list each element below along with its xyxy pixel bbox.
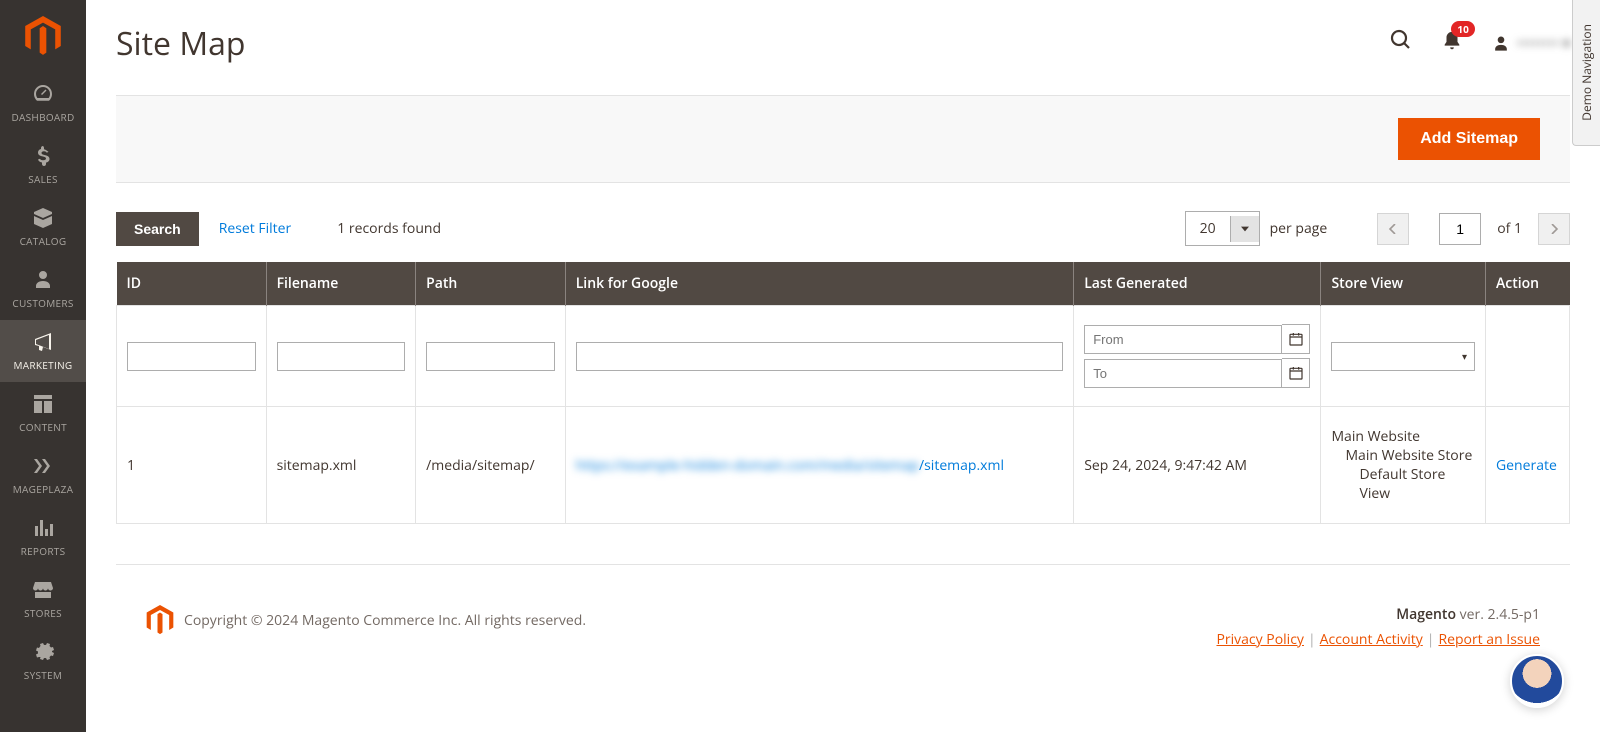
- sidebar-item-sales[interactable]: SALES: [0, 134, 86, 196]
- per-page-dropdown-toggle[interactable]: [1230, 216, 1259, 242]
- col-link[interactable]: Link for Google: [565, 262, 1074, 306]
- sidebar-label: DASHBOARD: [11, 110, 74, 124]
- sidebar-item-dashboard[interactable]: DASHBOARD: [0, 72, 86, 134]
- link-hidden-part: https://example-hidden-domain.com/media/…: [576, 456, 919, 475]
- admin-user-menu[interactable]: ••••••••: [1491, 34, 1570, 54]
- sidebar-item-catalog[interactable]: CATALOG: [0, 196, 86, 258]
- sidebar-item-mageplaza[interactable]: MAGEPLAZA: [0, 444, 86, 506]
- sidebar-label: MARKETING: [14, 358, 73, 372]
- page-actions: Add Sitemap: [116, 95, 1570, 183]
- sidebar-item-reports[interactable]: REPORTS: [0, 506, 86, 568]
- filter-id-input[interactable]: [127, 342, 256, 371]
- per-page-value: 20: [1186, 212, 1230, 245]
- version-text: ver. 2.4.5-p1: [1456, 605, 1540, 624]
- admin-sidebar: DASHBOARD SALES CATALOG CUSTOMERS MARKET…: [0, 0, 86, 732]
- filter-link-input[interactable]: [576, 342, 1064, 371]
- per-page-select[interactable]: 20: [1185, 211, 1260, 246]
- privacy-policy-link[interactable]: Privacy Policy: [1216, 630, 1303, 649]
- product-name: Magento: [1396, 605, 1456, 624]
- records-found: 1 records found: [337, 219, 441, 238]
- current-page-input[interactable]: [1439, 213, 1481, 245]
- filter-row: [117, 306, 1570, 407]
- sidebar-label: REPORTS: [21, 544, 66, 558]
- col-id[interactable]: ID: [117, 262, 267, 306]
- col-action[interactable]: Action: [1485, 262, 1569, 306]
- sidebar-label: CATALOG: [20, 234, 67, 248]
- search-button[interactable]: Search: [116, 212, 199, 246]
- grid-toolbar: Search Reset Filter 1 records found 20 p…: [86, 183, 1600, 262]
- demo-tab-label: Demo Navigation: [1578, 24, 1595, 121]
- sidebar-label: SYSTEM: [24, 668, 62, 682]
- col-filename[interactable]: Filename: [266, 262, 416, 306]
- sidebar-label: CONTENT: [19, 420, 67, 434]
- page-footer: Copyright © 2024 Magento Commerce Inc. A…: [116, 564, 1570, 669]
- cell-store-view: Main Website Main Website Store Default …: [1321, 407, 1486, 524]
- admin-username: ••••••••: [1517, 34, 1570, 53]
- sidebar-label: STORES: [24, 606, 62, 620]
- cell-last-generated: Sep 24, 2024, 9:47:42 AM: [1074, 407, 1321, 524]
- table-row[interactable]: 1 sitemap.xml /media/sitemap/ https://ex…: [117, 407, 1570, 524]
- next-page-button[interactable]: [1538, 213, 1570, 245]
- sitemap-url-link[interactable]: /sitemap.xml: [919, 456, 1004, 475]
- copyright-text: Copyright © 2024 Magento Commerce Inc. A…: [184, 611, 586, 630]
- user-icon: [1491, 34, 1511, 54]
- calendar-icon[interactable]: [1282, 324, 1310, 354]
- filter-date-to-input[interactable]: [1084, 359, 1282, 388]
- prev-page-button[interactable]: [1377, 213, 1409, 245]
- account-activity-link[interactable]: Account Activity: [1320, 630, 1423, 649]
- add-sitemap-button[interactable]: Add Sitemap: [1398, 118, 1540, 160]
- filter-store-view-select[interactable]: [1331, 342, 1475, 371]
- report-issue-link[interactable]: Report an Issue: [1438, 630, 1540, 649]
- page-title: Site Map: [116, 22, 245, 65]
- search-icon[interactable]: [1389, 28, 1413, 59]
- notifications-icon[interactable]: 10: [1441, 29, 1463, 59]
- notification-count: 10: [1451, 21, 1474, 37]
- filter-filename-input[interactable]: [277, 342, 406, 371]
- sidebar-label: CUSTOMERS: [12, 296, 73, 310]
- cell-link: https://example-hidden-domain.com/media/…: [565, 407, 1074, 524]
- filter-date-from-input[interactable]: [1084, 325, 1282, 354]
- sidebar-item-customers[interactable]: CUSTOMERS: [0, 258, 86, 320]
- sidebar-item-marketing[interactable]: MARKETING: [0, 320, 86, 382]
- cell-id: 1: [117, 407, 267, 524]
- sidebar-label: SALES: [28, 172, 58, 186]
- generate-link[interactable]: Generate: [1496, 456, 1557, 475]
- magento-logo-footer-icon: [146, 605, 174, 635]
- sidebar-item-stores[interactable]: STORES: [0, 568, 86, 630]
- filter-path-input[interactable]: [426, 342, 555, 371]
- magento-logo[interactable]: [0, 0, 86, 72]
- col-store-view[interactable]: Store View: [1321, 262, 1486, 306]
- support-avatar-widget[interactable]: [1510, 654, 1564, 708]
- demo-navigation-tab[interactable]: Demo Navigation: [1572, 0, 1600, 146]
- sitemap-grid: ID Filename Path Link for Google Last Ge…: [116, 262, 1570, 524]
- col-last-generated[interactable]: Last Generated: [1074, 262, 1321, 306]
- main-content: Site Map 10 •••••••• Add Sitemap Sea: [86, 0, 1600, 732]
- sidebar-label: MAGEPLAZA: [13, 482, 73, 496]
- sidebar-item-system[interactable]: SYSTEM: [0, 630, 86, 692]
- per-page-label: per page: [1270, 219, 1328, 238]
- cell-path: /media/sitemap/: [416, 407, 566, 524]
- reset-filter-link[interactable]: Reset Filter: [219, 219, 292, 238]
- sidebar-item-content[interactable]: CONTENT: [0, 382, 86, 444]
- cell-filename: sitemap.xml: [266, 407, 416, 524]
- calendar-icon[interactable]: [1282, 358, 1310, 388]
- col-path[interactable]: Path: [416, 262, 566, 306]
- page-of-label: of 1: [1497, 219, 1522, 238]
